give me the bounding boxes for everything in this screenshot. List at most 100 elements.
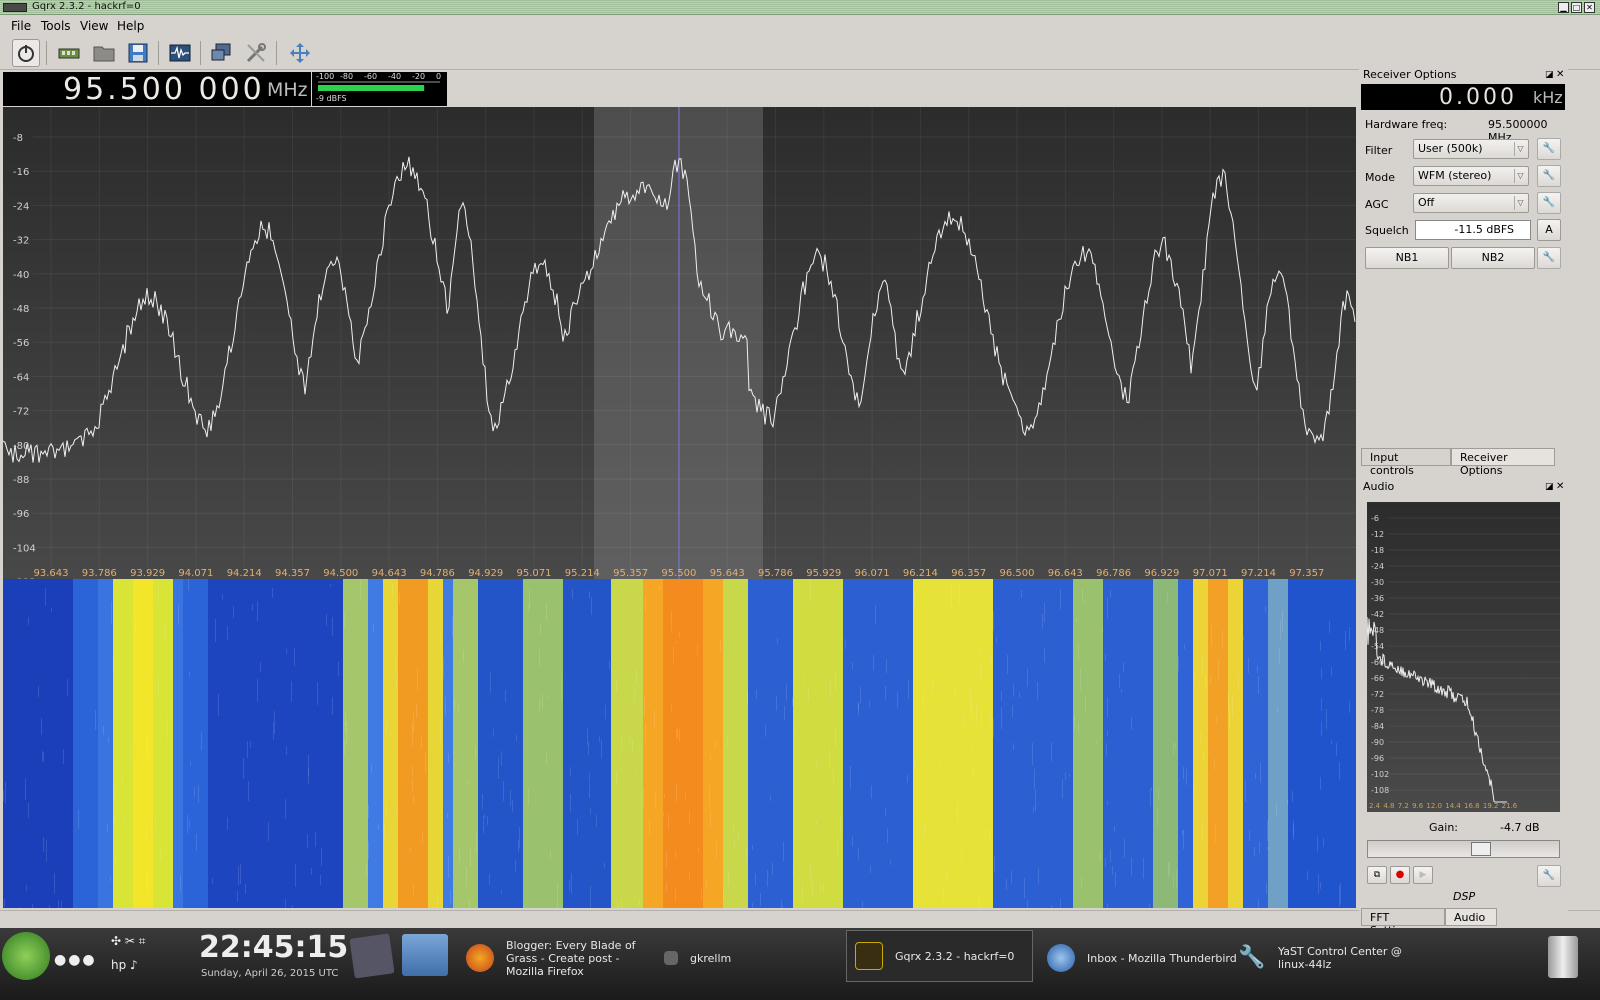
squelch-input[interactable]: -11.5 dBFS (1415, 220, 1531, 240)
window-titlebar[interactable]: Gqrx 2.3.2 - hackrf=0 ▁ □ ✕ (0, 0, 1600, 15)
gain-slider-handle[interactable] (1471, 842, 1491, 856)
x-tick-label: 95.643 (710, 568, 745, 579)
maximize-icon[interactable]: □ (1571, 2, 1582, 13)
y-tick-label: -88 (13, 475, 29, 486)
mode-select[interactable]: WFM (stereo) ▽ (1413, 166, 1529, 186)
waterfall-noise (1107, 904, 1108, 926)
task-gqrx[interactable]: Gqrx 2.3.2 - hackrf=0 (846, 930, 1033, 982)
waterfall-graphic[interactable] (3, 579, 1356, 927)
offset-value[interactable]: 0.000 (1439, 85, 1517, 110)
audio-copy-icon[interactable]: ⧉ (1367, 866, 1387, 884)
fullscreen-icon[interactable] (286, 39, 314, 67)
tools-icon[interactable] (242, 39, 270, 67)
filter-select[interactable]: User (500k) ▽ (1413, 139, 1529, 159)
tab-audio[interactable]: Audio (1445, 908, 1497, 926)
frequency-display[interactable]: 95.500 000 MHz (3, 72, 311, 107)
waterfall-noise (227, 817, 228, 830)
waterfall-noise (1157, 809, 1158, 826)
waterfall-noise (466, 867, 467, 887)
menu-tools[interactable]: Tools (41, 19, 71, 33)
waterfall-noise (1011, 871, 1012, 884)
tray-volume-icon[interactable]: hp ♪ (111, 958, 138, 972)
x-tick-label: 97.214 (1241, 568, 1276, 579)
audio-fft-plot[interactable]: -6 -12 -18 -24 -30 -36 -42 -48 -54 -60 -66 -72 -78 -8… (1366, 502, 1560, 812)
task-yast[interactable]: 🔧 YaST Control Center @ linux-44lz (1238, 936, 1418, 980)
waterfall-noise (634, 690, 635, 701)
audio-y-tick-label: -6 (1371, 514, 1379, 523)
trash-icon[interactable] (1548, 936, 1578, 978)
waterfall-noise (1080, 668, 1081, 690)
waterfall-noise (475, 746, 476, 758)
start-menu-icon[interactable] (2, 932, 50, 980)
tray-app-icons[interactable]: ✣ ✂ ⌗ (111, 934, 146, 949)
waterfall-noise (850, 766, 851, 789)
waterfall-noise (146, 827, 147, 838)
audio-settings-button[interactable]: 🔧 (1537, 865, 1561, 887)
waterfall-noise (368, 805, 369, 818)
agc-select[interactable]: Off ▽ (1413, 193, 1529, 213)
panel-close-icon[interactable]: ✕ (1556, 481, 1564, 492)
waterfall-noise (396, 811, 397, 815)
power-icon[interactable] (12, 39, 40, 67)
waterfall-noise (135, 622, 136, 633)
waterfall-band (1073, 579, 1103, 908)
offset-display[interactable]: 0.000 kHz (1361, 84, 1565, 110)
waterfall-noise (285, 799, 286, 819)
open-folder-icon[interactable] (90, 39, 118, 67)
waterfall-noise (645, 597, 646, 611)
clock-time[interactable]: 22:45:15 (199, 930, 348, 965)
menu-view[interactable]: View (80, 19, 108, 33)
waveform-icon[interactable] (166, 39, 194, 67)
squelch-auto-button[interactable]: A (1537, 219, 1561, 241)
waterfall-noise (338, 662, 339, 676)
waterfall-noise (1078, 643, 1079, 659)
tab-fft-settings[interactable]: FFT Settings (1361, 908, 1445, 937)
agc-settings-button[interactable]: 🔧 (1537, 192, 1561, 214)
filter-settings-button[interactable]: 🔧 (1537, 138, 1561, 160)
waterfall-noise (561, 679, 562, 700)
waterfall-display[interactable] (3, 579, 1356, 927)
spectrum-plot[interactable]: -8-16-24-32-40-48-56-64-72-80-88-96-104-… (2, 107, 1356, 589)
panel-close-icon[interactable]: ✕ (1556, 69, 1564, 80)
noise-blanker-settings-button[interactable]: 🔧 (1537, 247, 1561, 269)
waterfall-noise (529, 589, 530, 608)
waterfall-noise (395, 653, 396, 673)
play-icon[interactable]: ▶ (1413, 866, 1433, 884)
record-icon[interactable]: ● (1390, 866, 1410, 884)
task-firefox[interactable]: Blogger: Every Blade of Grass - Create p… (466, 936, 636, 980)
spectrum-graphic[interactable]: -8-16-24-32-40-48-56-64-72-80-88-96-104-… (2, 107, 1356, 589)
task-thunderbird[interactable]: Inbox - Mozilla Thunderbird (1047, 936, 1237, 980)
frequency-value[interactable]: 95.500 000 (63, 72, 265, 107)
menu-help[interactable]: Help (117, 19, 144, 33)
hardware-icon[interactable] (55, 39, 83, 67)
waterfall-noise (890, 860, 891, 865)
menu-file[interactable]: File (11, 19, 31, 33)
waterfall-noise (1110, 590, 1111, 598)
tab-input-controls[interactable]: Input controls (1361, 448, 1451, 477)
gain-slider[interactable] (1367, 840, 1560, 858)
undock-icon[interactable]: ◪ (1545, 70, 1554, 80)
waterfall-noise (1258, 676, 1259, 694)
undock-icon[interactable]: ◪ (1545, 482, 1554, 492)
desktop-cards-icon[interactable] (349, 933, 395, 979)
close-icon[interactable]: ✕ (1584, 2, 1595, 13)
x-tick-label: 94.071 (178, 568, 213, 579)
tab-receiver-options[interactable]: Receiver Options (1451, 448, 1555, 477)
mode-settings-button[interactable]: 🔧 (1537, 165, 1561, 187)
nb1-button[interactable]: NB1 (1365, 247, 1449, 269)
nb2-button[interactable]: NB2 (1451, 247, 1535, 269)
network-icon[interactable] (208, 39, 236, 67)
more-dots-icon[interactable]: ●●● (54, 952, 97, 968)
waterfall-noise (993, 611, 994, 631)
folder-icon[interactable] (402, 934, 448, 976)
meter-tick-label: -100 (316, 72, 335, 81)
waterfall-noise (550, 850, 551, 859)
save-icon[interactable] (124, 39, 152, 67)
waterfall-noise (130, 847, 131, 853)
waterfall-noise (716, 841, 717, 858)
task-gkrellm[interactable]: gkrellm (664, 936, 824, 980)
minimize-icon[interactable]: ▁ (1558, 2, 1569, 13)
waterfall-noise (1062, 779, 1063, 798)
waterfall-noise (829, 748, 830, 769)
waterfall-noise (1151, 787, 1152, 791)
